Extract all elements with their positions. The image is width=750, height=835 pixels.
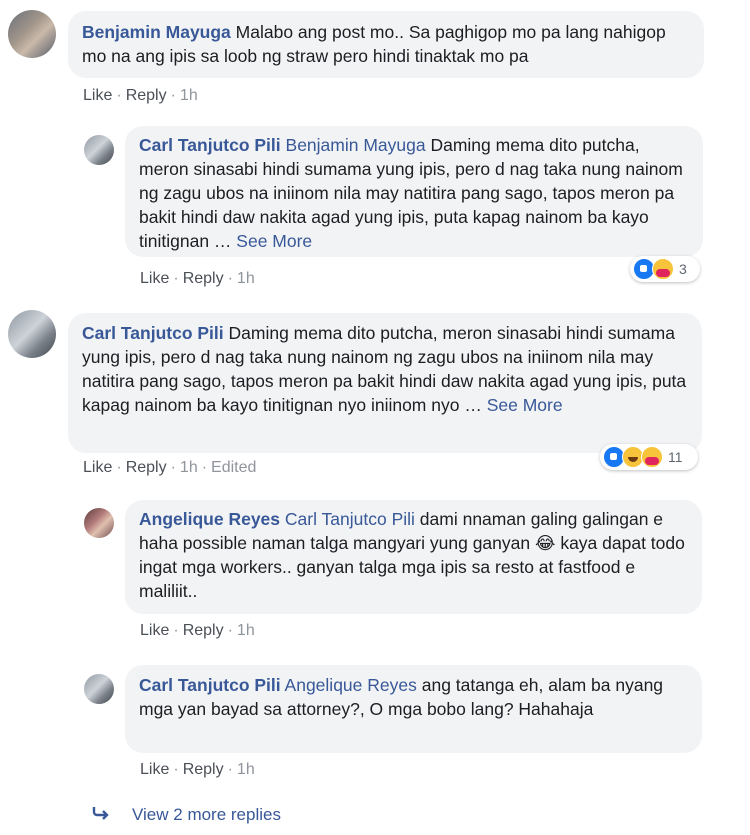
like-button[interactable]: Like xyxy=(140,622,169,639)
timestamp[interactable]: 1h xyxy=(180,459,198,476)
like-button[interactable]: Like xyxy=(140,270,169,287)
avatar[interactable] xyxy=(84,674,114,704)
reply-button[interactable]: Reply xyxy=(183,622,224,639)
comment-actions: Like · Reply · 1h · Edited xyxy=(83,459,257,476)
mention-tag[interactable]: Carl Tanjutco Pili xyxy=(285,509,415,529)
comment-actions: Like · Reply · 1h xyxy=(83,87,198,104)
comment-actions: Like · Reply · 1h xyxy=(140,761,255,778)
reply-button[interactable]: Reply xyxy=(126,459,167,476)
edited-label[interactable]: Edited xyxy=(211,459,256,476)
comment-actions: Like · Reply · 1h xyxy=(140,622,255,639)
comment-bubble: Angelique Reyes Carl Tanjutco Pili dami … xyxy=(125,500,702,614)
avatar[interactable] xyxy=(8,10,56,58)
view-more-replies-link[interactable]: View 2 more replies xyxy=(92,804,281,825)
timestamp[interactable]: 1h xyxy=(237,270,255,287)
avatar[interactable] xyxy=(8,310,56,358)
reply-button[interactable]: Reply xyxy=(183,270,224,287)
see-more-link[interactable]: See More xyxy=(487,395,563,415)
like-button[interactable]: Like xyxy=(83,459,112,476)
timestamp[interactable]: 1h xyxy=(237,622,255,639)
comment-author[interactable]: Carl Tanjutco Pili xyxy=(139,675,281,695)
timestamp[interactable]: 1h xyxy=(180,87,198,104)
comment-bubble: Carl Tanjutco Pili Daming mema dito putc… xyxy=(68,313,702,453)
comment-author[interactable]: Angelique Reyes xyxy=(139,509,280,529)
avatar[interactable] xyxy=(84,508,114,538)
reaction-count: 3 xyxy=(679,261,687,277)
timestamp[interactable]: 1h xyxy=(237,761,255,778)
see-more-link[interactable]: See More xyxy=(236,231,312,251)
like-button[interactable]: Like xyxy=(140,761,169,778)
comment-author[interactable]: Carl Tanjutco Pili xyxy=(82,323,224,343)
reaction-count: 11 xyxy=(668,449,683,465)
mention-tag[interactable]: Angelique Reyes xyxy=(285,675,417,695)
laughing-emoji-icon: 😂 xyxy=(534,533,556,553)
reaction-summary[interactable]: 11 xyxy=(600,444,698,470)
reply-button[interactable]: Reply xyxy=(126,87,167,104)
comment-author[interactable]: Benjamin Mayuga xyxy=(82,22,231,42)
care-reaction-icon xyxy=(652,258,674,280)
comment-bubble: Carl Tanjutco Pili Benjamin Mayuga Damin… xyxy=(125,126,703,257)
comment-actions: Like · Reply · 1h xyxy=(140,270,255,287)
comment-bubble: Benjamin Mayuga Malabo ang post mo.. Sa … xyxy=(68,11,704,78)
reaction-summary[interactable]: 3 xyxy=(630,256,700,282)
like-button[interactable]: Like xyxy=(83,87,112,104)
comment-author[interactable]: Carl Tanjutco Pili xyxy=(139,135,281,155)
avatar[interactable] xyxy=(84,135,114,165)
comment-bubble: Carl Tanjutco Pili Angelique Reyes ang t… xyxy=(125,665,702,753)
care-reaction-icon xyxy=(641,446,663,468)
reply-button[interactable]: Reply xyxy=(183,761,224,778)
reply-arrow-icon xyxy=(92,804,110,825)
view-more-replies-label[interactable]: View 2 more replies xyxy=(132,805,281,825)
mention-tag[interactable]: Benjamin Mayuga xyxy=(286,135,426,155)
